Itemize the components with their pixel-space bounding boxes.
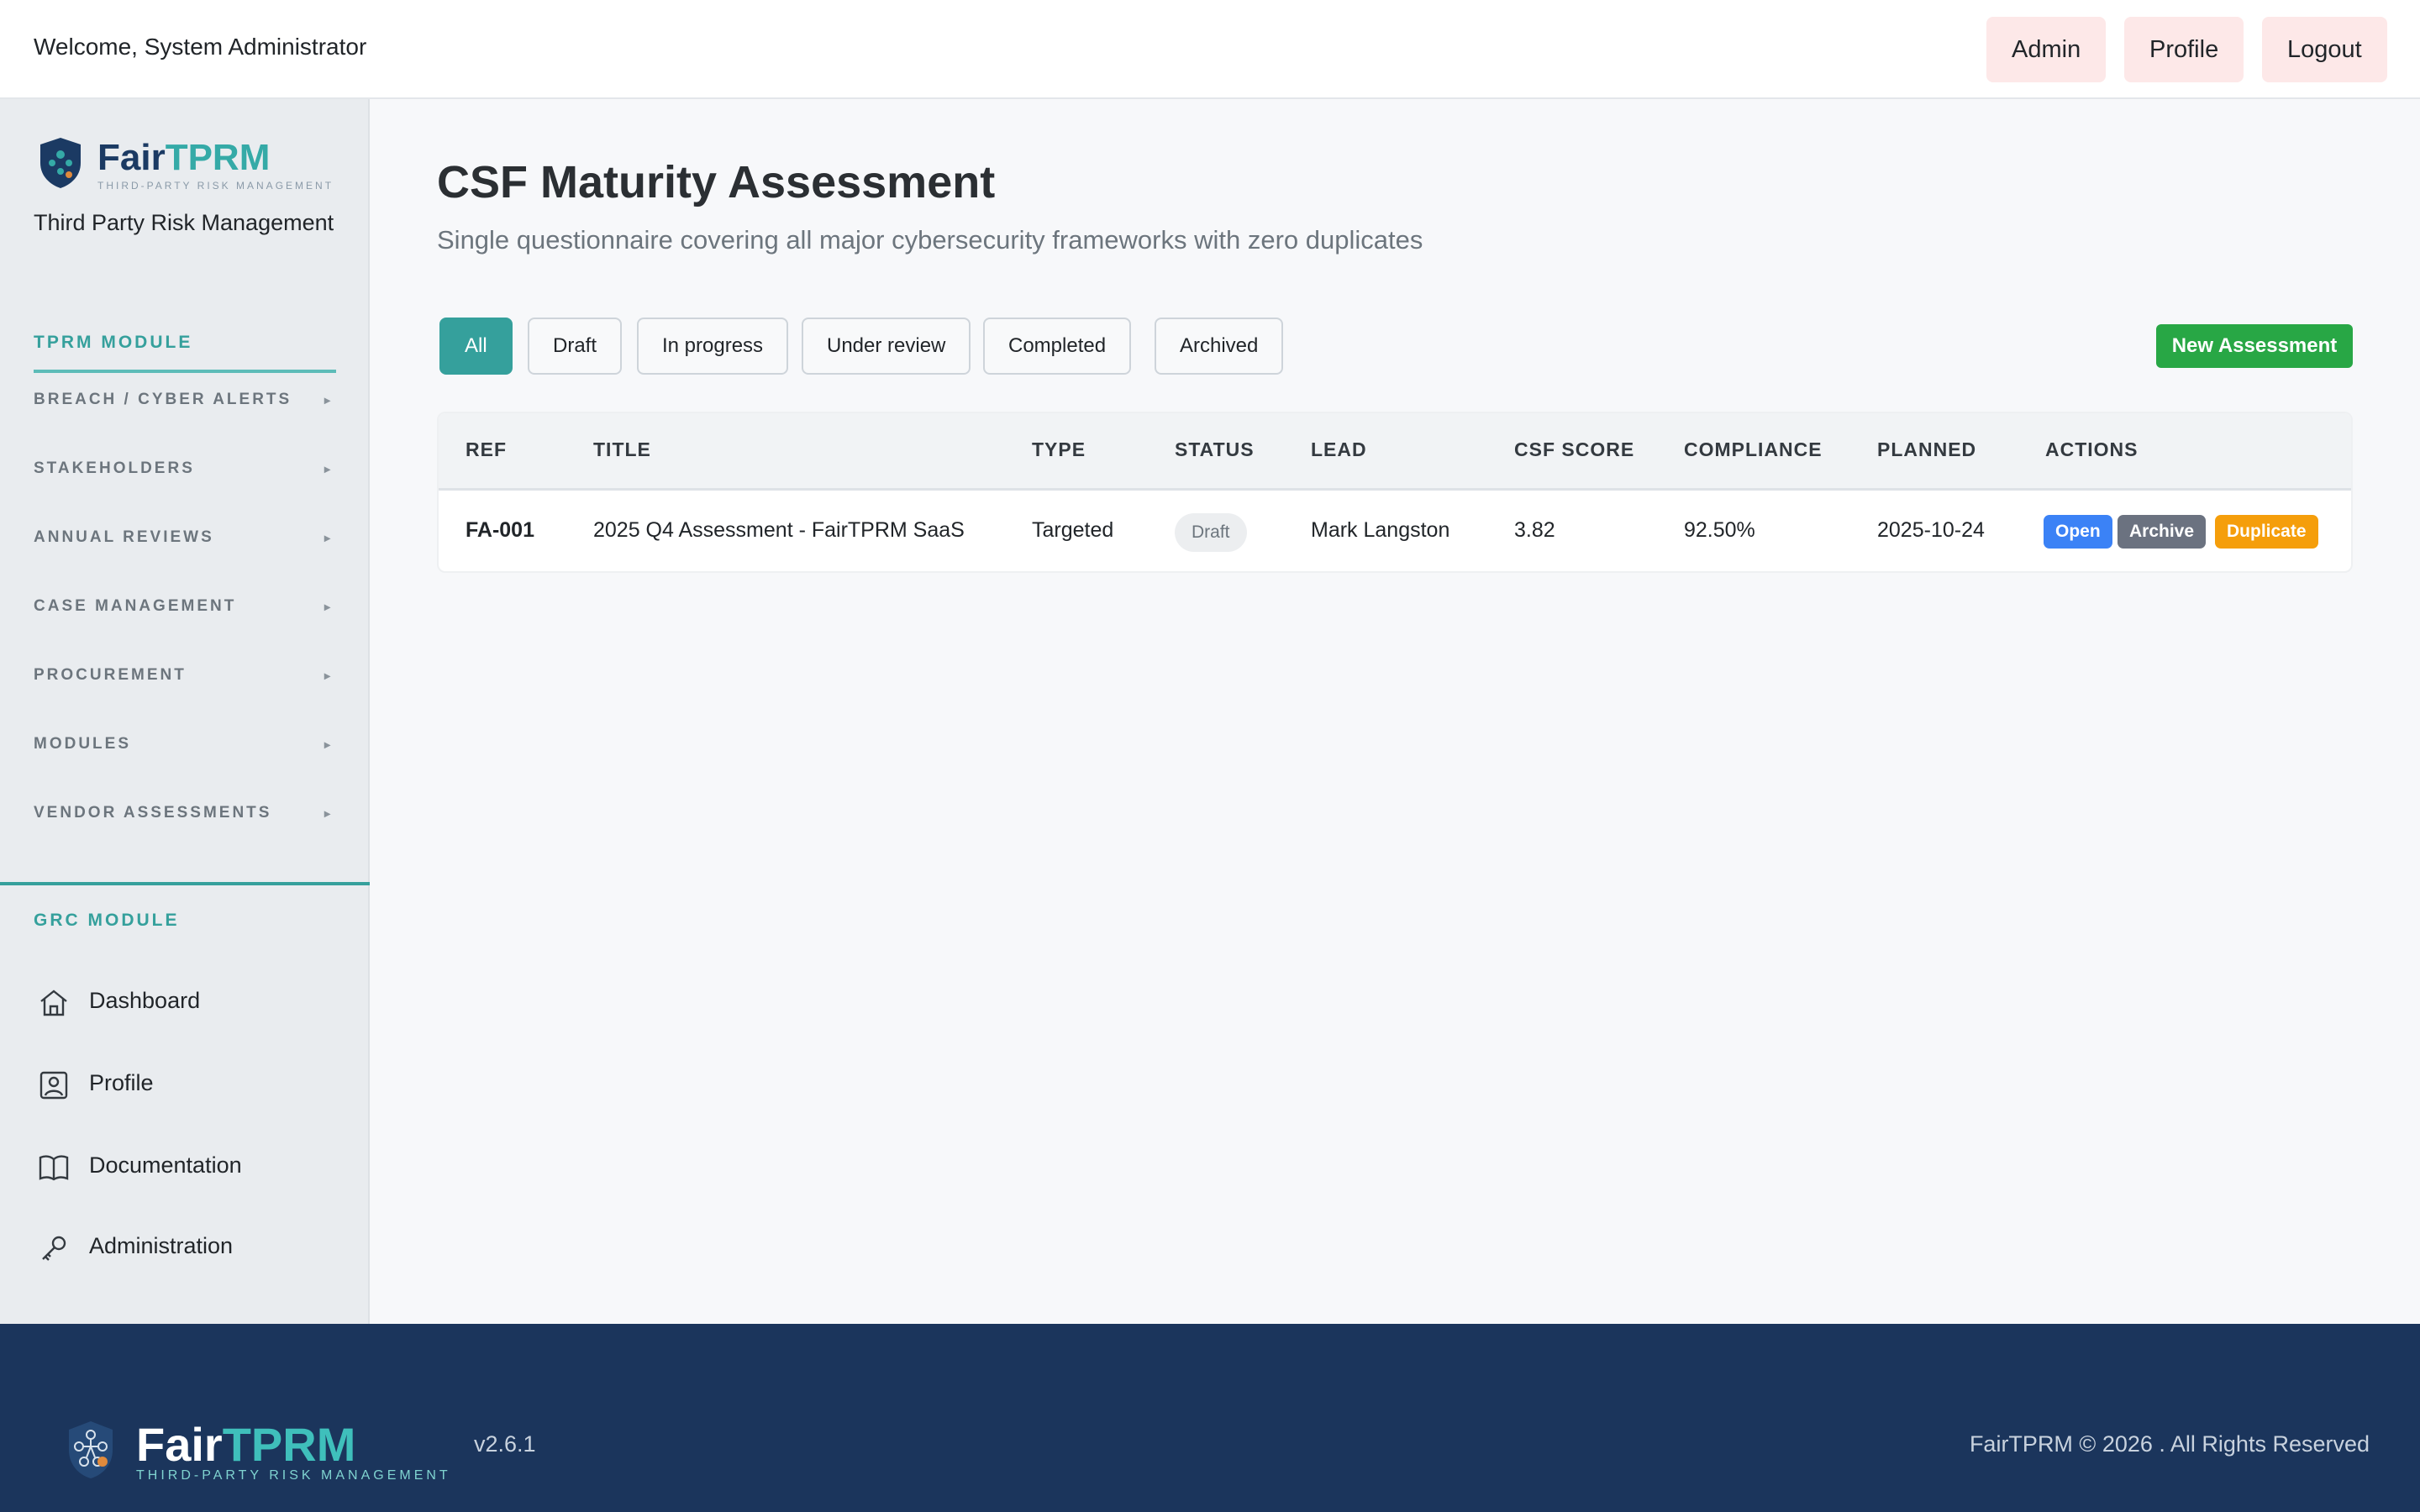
sidebar-item-label: Profile [89, 1070, 154, 1095]
filter-in-progress[interactable]: In progress [637, 318, 789, 375]
column-header-compliance[interactable]: COMPLIANCE [1684, 438, 1823, 461]
copyright-text: FairTPRM © 2026 . All Rights Reserved [1969, 1431, 2370, 1457]
top-bar: Welcome, System Administrator Admin Prof… [0, 0, 2420, 99]
sidebar-item-label: Dashboard [89, 988, 201, 1013]
cell-lead: Mark Langston [1311, 518, 1450, 542]
sidebar-item-breach-cyber-alerts[interactable]: BREACH / CYBER ALERTS ▸ [34, 383, 333, 417]
cell-type: Targeted [1032, 518, 1114, 542]
filter-draft[interactable]: Draft [528, 318, 623, 375]
filter-completed[interactable]: Completed [983, 318, 1132, 375]
duplicate-button[interactable]: Duplicate [2215, 515, 2318, 549]
footer-tagline: THIRD-PARTY RISK MANAGEMENT [136, 1468, 451, 1483]
sidebar-item-profile[interactable]: Profile [37, 1060, 339, 1107]
welcome-message: Welcome, System Administrator [34, 34, 367, 60]
cell-planned: 2025-10-24 [1877, 518, 1985, 542]
app-version: v2.6.1 [474, 1431, 536, 1457]
network-logo-icon [69, 1421, 113, 1478]
column-header-status[interactable]: STATUS [1175, 438, 1255, 461]
sidebar-item-case-management[interactable]: CASE MANAGEMENT ▸ [34, 590, 333, 623]
sidebar-item-dashboard[interactable]: Dashboard [37, 978, 339, 1025]
table-header: REF TITLE TYPE STATUS LEAD CSF SCORE COM… [439, 413, 2351, 491]
sidebar-item-stakeholders[interactable]: STAKEHOLDERS ▸ [34, 452, 333, 486]
app-subtitle: Third Party Risk Management [34, 210, 334, 235]
column-header-title[interactable]: TITLE [593, 438, 651, 461]
status-badge: Draft [1175, 513, 1247, 552]
sidebar: FairTPRM THIRD-PARTY RISK MANAGEMENT Thi… [0, 99, 370, 1324]
book-icon [39, 1155, 69, 1181]
column-header-actions: ACTIONS [2045, 438, 2139, 460]
shield-logo-icon [40, 138, 81, 188]
chevron-right-icon: ▸ [324, 806, 333, 820]
cell-ref: FA-001 [466, 518, 534, 542]
logout-button[interactable]: Logout [2262, 17, 2387, 82]
user-square-icon [39, 1071, 68, 1100]
sidebar-item-label: Documentation [89, 1152, 242, 1178]
chevron-right-icon: ▸ [324, 462, 333, 475]
sidebar-item-vendor-assessments[interactable]: VENDOR ASSESSMENTS ▸ [34, 796, 333, 830]
admin-button[interactable]: Admin [1986, 17, 2107, 82]
grc-module-divider [0, 882, 370, 885]
assessments-table: REF TITLE TYPE STATUS LEAD CSF SCORE COM… [437, 412, 2353, 573]
column-header-type[interactable]: TYPE [1032, 438, 1086, 461]
column-header-csf-score[interactable]: CSF SCORE [1514, 438, 1634, 461]
table-row[interactable]: FA-001 2025 Q4 Assessment - FairTPRM Saa… [439, 493, 2351, 571]
logo-tagline: THIRD-PARTY RISK MANAGEMENT [97, 180, 334, 192]
sidebar-item-annual-reviews[interactable]: ANNUAL REVIEWS ▸ [34, 521, 333, 554]
archive-button[interactable]: Archive [2118, 515, 2207, 549]
sidebar-item-procurement[interactable]: PROCUREMENT ▸ [34, 659, 333, 692]
cell-csf-score: 3.82 [1514, 518, 1555, 542]
chevron-right-icon: ▸ [324, 669, 333, 682]
filter-under-review[interactable]: Under review [802, 318, 971, 375]
key-icon [42, 1236, 66, 1261]
page-title: CSF Maturity Assessment [437, 157, 996, 207]
chevron-right-icon: ▸ [324, 531, 333, 544]
chevron-right-icon: ▸ [324, 393, 333, 407]
cell-compliance: 92.50% [1684, 518, 1755, 542]
logo-wordmark: FairTPRM [97, 137, 271, 178]
tprm-module-divider [34, 370, 336, 373]
chevron-right-icon: ▸ [324, 738, 333, 751]
sidebar-item-label: Administration [89, 1233, 234, 1258]
filter-archived[interactable]: Archived [1155, 318, 1284, 375]
home-icon [40, 990, 67, 1016]
cell-title: 2025 Q4 Assessment - FairTPRM SaaS [593, 518, 965, 542]
footer: FairTPRM THIRD-PARTY RISK MANAGEMENT v2.… [0, 1324, 2420, 1512]
footer-logo[interactable]: FairTPRM THIRD-PARTY RISK MANAGEMENT [64, 1418, 448, 1485]
column-header-ref[interactable]: REF [466, 438, 507, 461]
sidebar-item-administration[interactable]: Administration [37, 1223, 339, 1270]
chevron-right-icon: ▸ [324, 600, 333, 613]
open-button[interactable]: Open [2044, 515, 2112, 549]
page-subtitle: Single questionnaire covering all major … [437, 225, 1423, 255]
grc-module-heading: GRC MODULE [34, 911, 180, 930]
sidebar-item-documentation[interactable]: Documentation [37, 1142, 339, 1189]
column-header-lead[interactable]: LEAD [1311, 438, 1367, 461]
footer-wordmark: FairTPRM [136, 1418, 356, 1471]
profile-button[interactable]: Profile [2124, 17, 2244, 82]
tprm-module-heading: TPRM MODULE [34, 333, 193, 352]
sidebar-item-modules[interactable]: MODULES ▸ [34, 727, 333, 761]
column-header-planned[interactable]: PLANNED [1877, 438, 1976, 461]
new-assessment-button[interactable]: New Assessment [2156, 324, 2353, 368]
filter-all[interactable]: All [439, 318, 513, 375]
